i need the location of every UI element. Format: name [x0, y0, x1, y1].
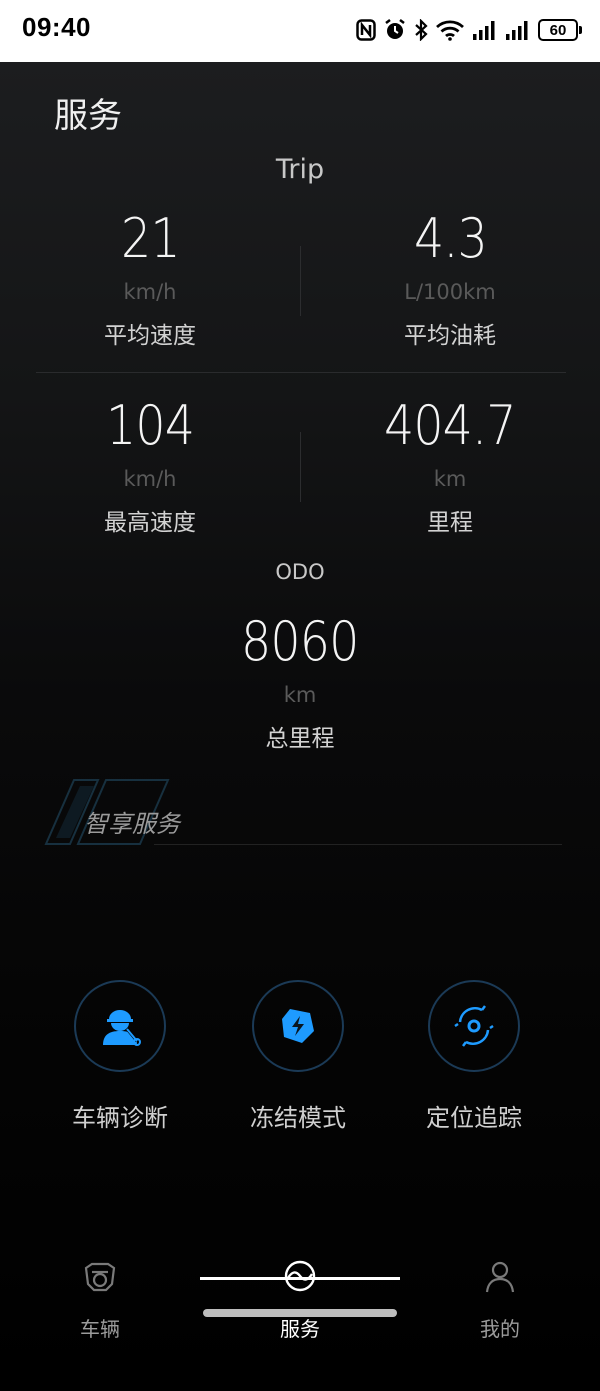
tab-profile-label: 我的: [480, 1317, 520, 1341]
stat-avg-speed: 21 km/h 平均速度: [0, 212, 300, 350]
freeze-shield-icon: [282, 1009, 314, 1043]
tab-service-label: 服务: [280, 1317, 320, 1341]
smart-services-title: 智享服务: [84, 810, 180, 838]
app-screen: 服务 Trip 21 km/h 平均速度 4.3 L/100km 平均油耗 10…: [0, 62, 600, 1391]
signal-icon: [472, 20, 498, 40]
status-bar: 09:40 60: [0, 0, 600, 62]
max-speed-label: 最高速度: [104, 510, 196, 536]
avg-fuel-label: 平均油耗: [404, 323, 496, 349]
stat-mileage: 404.7 km 里程: [300, 399, 600, 537]
stat-odo: 8060 km 总里程: [150, 615, 450, 753]
vehicle-diagnosis-button[interactable]: 车辆诊断: [32, 980, 208, 1133]
bluetooth-icon: [414, 19, 428, 41]
trip-label: Trip: [275, 154, 325, 185]
tab-vehicle-label: 车辆: [80, 1317, 120, 1341]
service-circle: [74, 980, 166, 1072]
odo-label: ODO: [275, 560, 325, 584]
service-circle: [252, 980, 344, 1072]
smart-services-header: 智享服务: [40, 778, 565, 848]
status-icons: 60: [356, 16, 582, 44]
mileage-label: 里程: [427, 510, 473, 536]
avg-fuel-value: 4.3: [413, 207, 488, 270]
profile-icon: [400, 1255, 600, 1297]
odo-value: 8060: [241, 610, 359, 673]
location-tracking-label: 定位追踪: [426, 1104, 522, 1132]
service-circle: [428, 980, 520, 1072]
tab-vehicle[interactable]: 车辆: [0, 1239, 200, 1342]
freeze-mode-button[interactable]: 冻结模式: [210, 980, 386, 1133]
page-title: 服务: [54, 96, 122, 136]
stat-max-speed: 104 km/h 最高速度: [0, 399, 300, 537]
odo-label-total: 总里程: [265, 726, 335, 752]
avg-speed-unit: km/h: [123, 280, 177, 304]
location-tracking-button[interactable]: 定位追踪: [386, 980, 562, 1133]
odo-unit: km: [283, 683, 317, 707]
max-speed-unit: km/h: [123, 467, 177, 491]
status-time: 09:40: [22, 12, 91, 42]
tab-profile[interactable]: 我的: [400, 1239, 600, 1342]
tab-service[interactable]: 服务: [200, 1239, 400, 1342]
mileage-value: 404.7: [384, 394, 517, 457]
bottom-tab-bar: 车辆 服务 我的: [0, 1239, 600, 1349]
freeze-mode-label: 冻结模式: [250, 1104, 346, 1132]
service-icon: [200, 1255, 400, 1297]
vehicle-diagnosis-label: 车辆诊断: [72, 1104, 168, 1132]
stat-avg-fuel: 4.3 L/100km 平均油耗: [300, 212, 600, 350]
battery-icon: 60: [538, 19, 582, 41]
divider: [154, 844, 562, 845]
mileage-unit: km: [433, 467, 467, 491]
nfc-icon: [356, 19, 376, 41]
divider: [36, 372, 566, 373]
battery-level: 60: [549, 21, 567, 39]
active-tab-indicator: [200, 1277, 400, 1280]
mechanic-icon: [103, 1010, 141, 1046]
wifi-icon: [435, 19, 465, 41]
avg-fuel-unit: L/100km: [404, 280, 496, 304]
home-indicator[interactable]: [203, 1309, 397, 1317]
max-speed-value: 104: [105, 394, 195, 457]
avg-speed-label: 平均速度: [104, 323, 196, 349]
alarm-icon: [383, 18, 407, 42]
signal-icon: [505, 20, 531, 40]
location-tracking-icon: [454, 1005, 494, 1047]
avg-speed-value: 21: [120, 207, 181, 270]
vehicle-icon: [0, 1255, 200, 1297]
